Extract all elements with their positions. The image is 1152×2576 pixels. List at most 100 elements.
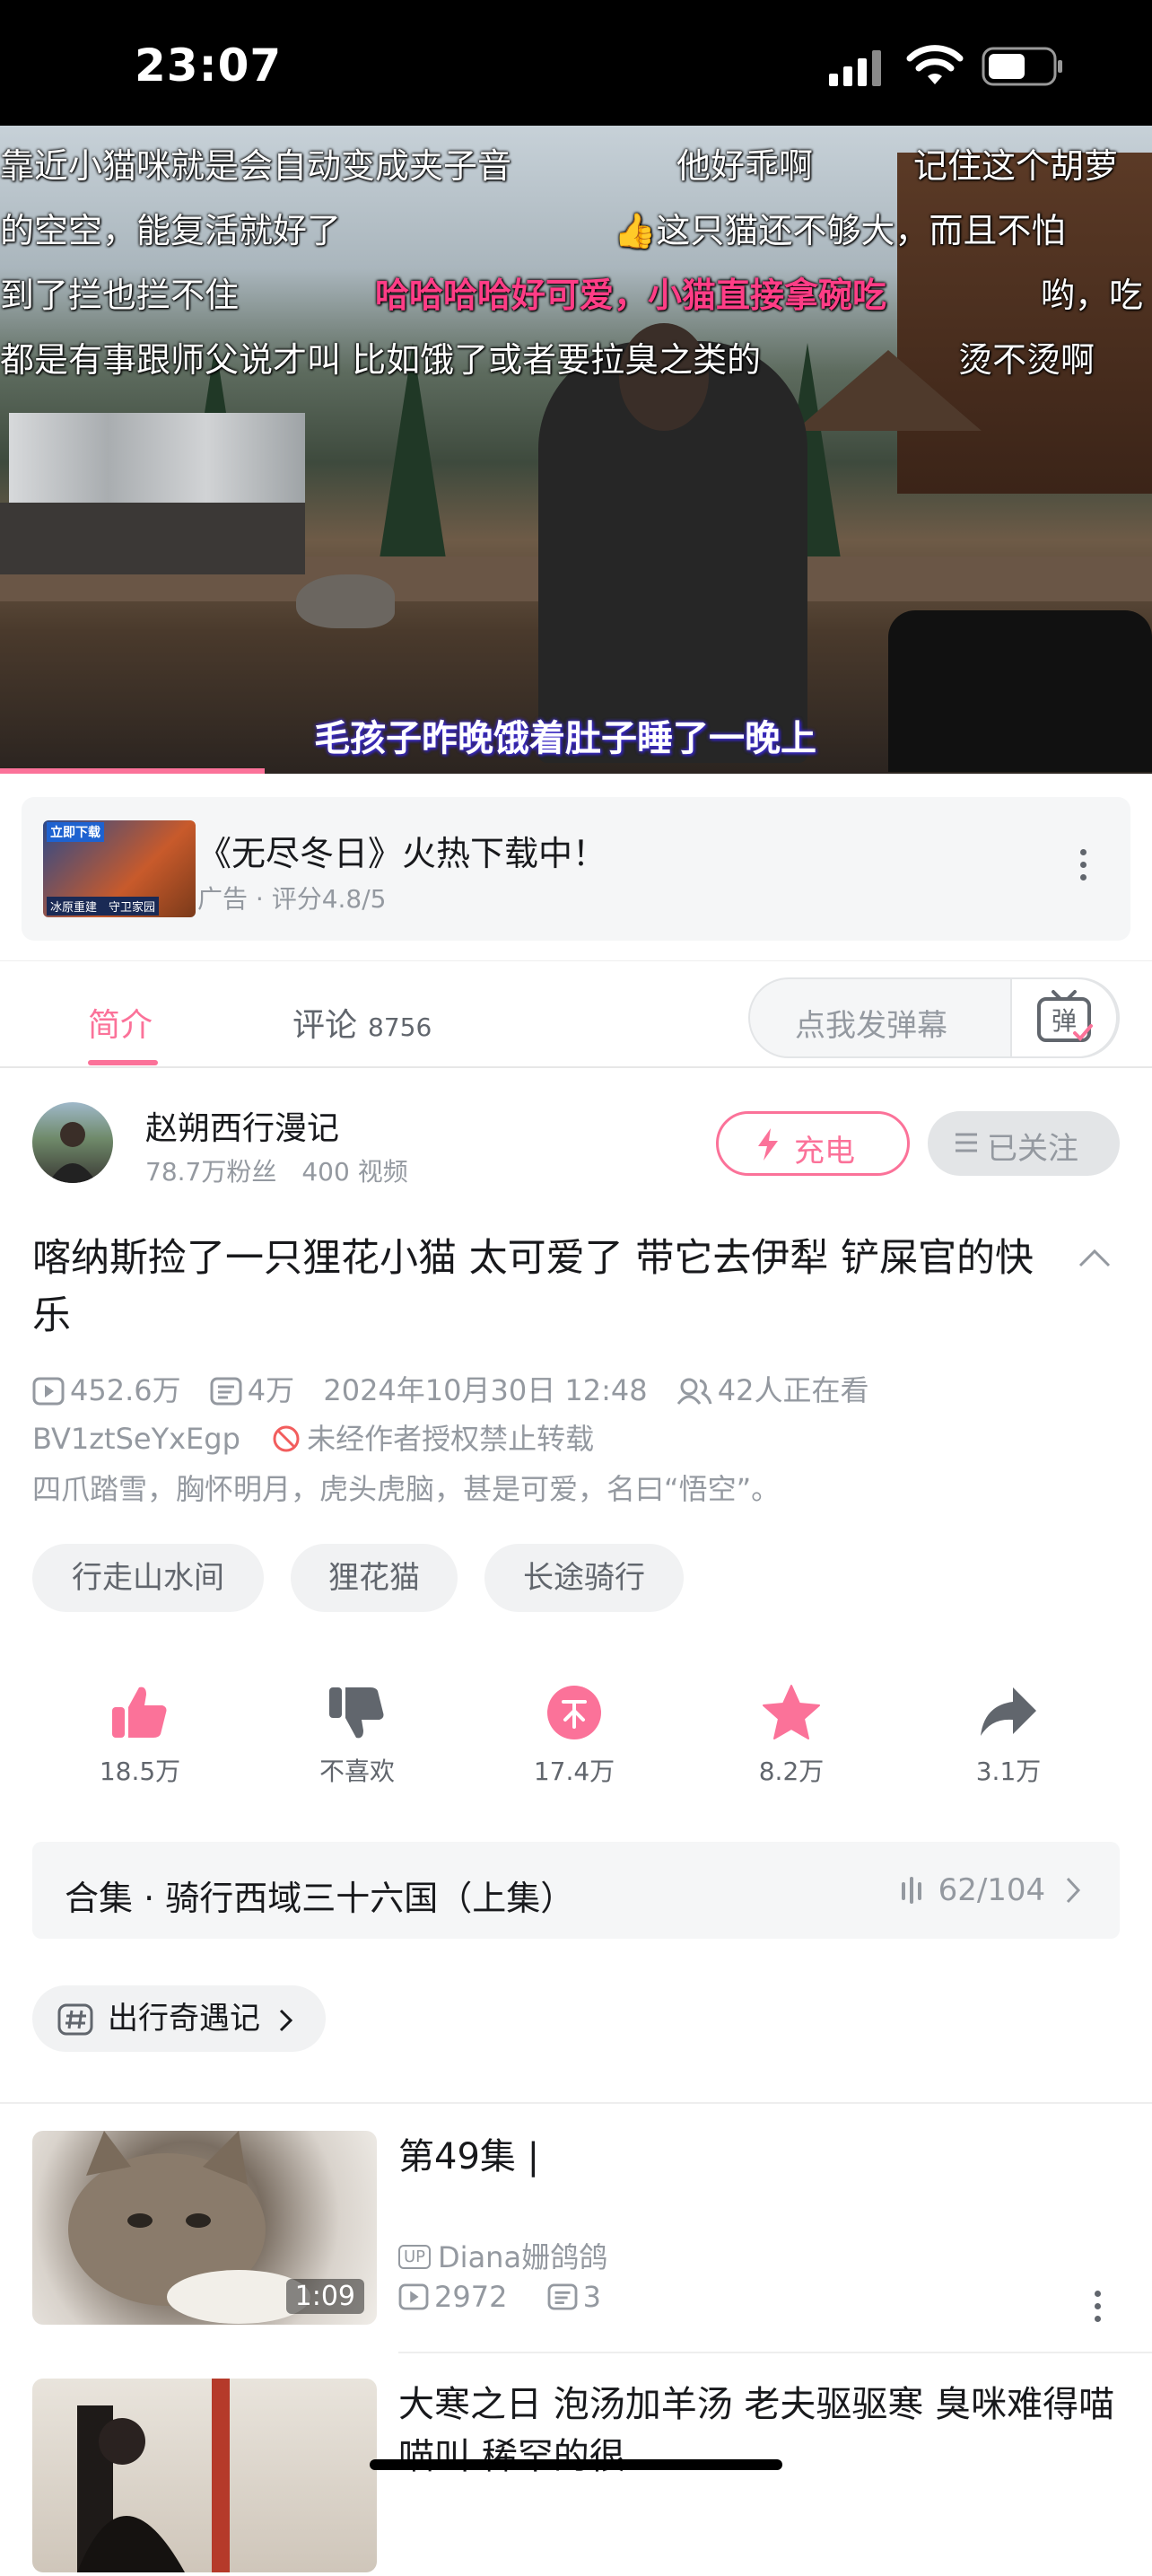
- share-icon: [981, 1687, 1036, 1736]
- video-subtitle: 毛孩子昨晚饿着肚子睡了一晚上: [314, 718, 816, 759]
- detail-tabs: 简介 评论 8756 点我发弹幕 弹: [0, 960, 1152, 1068]
- tab-active-indicator: [88, 1060, 158, 1065]
- star-icon: [763, 1685, 820, 1739]
- chevron-right-icon: [279, 2009, 292, 2032]
- comments-count: 8756: [368, 1012, 432, 1042]
- video-player[interactable]: 靠近小猫咪就是会自动变成夹子音 他好乖啊 记住这个胡萝 的空空，能复活就好了 👍…: [0, 126, 1152, 774]
- avatar-image: [48, 1122, 97, 1183]
- danmaku-comment: 都是有事跟师父说才叫 比如饿了或者要拉臭之类的: [0, 340, 762, 380]
- like-button[interactable]: 18.5万: [68, 1684, 212, 1788]
- section-divider: [0, 2102, 1152, 2104]
- danmaku-input[interactable]: 点我发弹幕 弹: [748, 977, 1120, 1058]
- topic-chip[interactable]: 出行奇遇记: [32, 1985, 326, 2052]
- video-scene-bag: [888, 610, 1152, 772]
- playlist-bars-icon: [901, 1877, 921, 1904]
- lightning-icon: [758, 1128, 778, 1161]
- dislike-button[interactable]: 不喜欢: [285, 1684, 429, 1788]
- up-badge-icon: UP: [398, 2245, 432, 2269]
- thumbs-up-icon: [112, 1687, 167, 1738]
- collection-bar[interactable]: 合集 · 骑行西域三十六国（上集） 62/104: [32, 1842, 1120, 1939]
- ad-thumbnail[interactable]: 立即下载 冰原重建 守卫家园: [43, 820, 196, 917]
- tag-chip[interactable]: 狸花猫: [291, 1544, 458, 1612]
- like-count: 18.5万: [99, 1757, 181, 1786]
- coin-button[interactable]: 17.4万: [502, 1684, 646, 1788]
- video-description: 四爪踏雪，胸怀明月，虎头虎脑，甚是可爱，名曰“悟空”。: [32, 1472, 781, 1506]
- danmaku-comment: 👍这只猫还不够大，而且不怕: [614, 211, 1066, 250]
- chevron-right-icon: [1066, 1877, 1081, 1904]
- chevron-up-icon[interactable]: [1077, 1244, 1113, 1271]
- play-count-icon: [32, 1377, 65, 1406]
- list-divider: [398, 2352, 1152, 2353]
- danmaku-comment: 烫不烫啊: [958, 340, 1095, 380]
- thumbnail-person-image: [77, 2379, 230, 2572]
- publish-date: 2024年10月30日 12:48: [323, 1373, 648, 1407]
- topic-label: 出行奇遇记: [108, 2001, 260, 2037]
- status-bar: 23:07: [0, 0, 1152, 126]
- share-button[interactable]: 3.1万: [937, 1684, 1080, 1788]
- danmaku-count: 4万: [247, 1373, 295, 1407]
- ad-banner[interactable]: 立即下载 冰原重建 守卫家园 《无尽冬日》火热下载中！ 广告 · 评分4.8/5: [22, 797, 1130, 941]
- uploader-row: 赵朔西行漫记 78.7万粉丝 400 视频 充电 已关注: [0, 1086, 1152, 1194]
- bvid-row: BV1ztSeYxEgp 未经作者授权禁止转载: [32, 1416, 594, 1458]
- danmaku-comment: 他好乖啊: [676, 146, 814, 186]
- more-icon[interactable]: [1095, 2291, 1102, 2328]
- video-scene-cat: [296, 574, 395, 628]
- ad-subtitle: 广告 · 评分4.8/5: [197, 884, 387, 914]
- danmaku-toggle-button[interactable]: 弹: [1010, 977, 1118, 1058]
- more-icon[interactable]: [1080, 849, 1087, 887]
- video-thumbnail[interactable]: [32, 2379, 377, 2572]
- danmaku-tv-icon: 弹: [1037, 990, 1093, 1042]
- video-progress-bar[interactable]: [0, 768, 266, 774]
- wifi-icon: [906, 45, 964, 84]
- battery-icon: [982, 47, 1062, 86]
- recommended-title: 第49集 |: [398, 2136, 540, 2177]
- charge-label: 充电: [794, 1134, 855, 1170]
- ad-thumb-caption: 冰原重建 守卫家园: [47, 897, 160, 916]
- video-stats: 452.6万 4万 2024年10月30日 12:48 42人正在看: [32, 1368, 869, 1409]
- play-count: 452.6万: [70, 1373, 181, 1407]
- collection-title: 合集 · 骑行西域三十六国（上集）: [65, 1879, 575, 1918]
- tab-comments-label: 评论: [292, 1007, 358, 1044]
- follow-button[interactable]: 已关注: [928, 1111, 1120, 1176]
- ad-thumb-label: 立即下载: [47, 822, 104, 842]
- no-repost-icon: [273, 1425, 300, 1452]
- avatar[interactable]: [32, 1102, 113, 1183]
- recommended-uploader: UP Diana姗鸽鸽: [398, 2235, 607, 2276]
- menu-lines-icon: [956, 1133, 977, 1152]
- charge-button[interactable]: 充电: [716, 1111, 910, 1176]
- home-indicator: [370, 2459, 782, 2470]
- tab-comments[interactable]: 评论 8756: [292, 999, 432, 1046]
- recommended-video[interactable]: 大寒之日 泡汤加羊汤 老夫驱驱寒 臭咪难得喵喵叫 稀罕的很: [0, 2379, 1152, 2576]
- play-count-icon: [398, 2283, 429, 2310]
- coin-icon: [547, 1686, 601, 1739]
- recommended-stats: 2972 3: [398, 2280, 601, 2314]
- viewers-icon: [676, 1378, 712, 1405]
- recommended-video[interactable]: 1:09 第49集 | UP Diana姗鸽鸽 2972 3: [0, 2131, 1152, 2328]
- danmaku-comment: 的空空，能复活就好了: [0, 211, 342, 250]
- video-title: 喀纳斯捡了一只狸花小猫 太可爱了 带它去伊犁 铲屎官的快乐: [32, 1236, 1034, 1338]
- tag-chip[interactable]: 行走山水间: [32, 1544, 264, 1612]
- danmaku-comment: 哟，吃: [1041, 276, 1144, 315]
- tag-chip[interactable]: 长途骑行: [484, 1544, 684, 1612]
- video-scene-table: [0, 503, 305, 574]
- copyright-notice: 未经作者授权禁止转载: [307, 1422, 595, 1456]
- bvid[interactable]: BV1ztSeYxEgp: [32, 1422, 240, 1456]
- action-bar: 18.5万 不喜欢 17.4万 8.2万 3.1万: [0, 1684, 1152, 1818]
- favorite-button[interactable]: 8.2万: [720, 1684, 863, 1788]
- tab-intro[interactable]: 简介: [88, 999, 153, 1046]
- status-time: 23:07: [135, 39, 283, 92]
- collection-progress: 62/104: [899, 1872, 1084, 1908]
- danmaku-count-icon: [210, 1377, 242, 1406]
- hashtag-icon: [57, 2003, 93, 2036]
- uploader-meta: 78.7万粉丝 400 视频: [145, 1157, 408, 1187]
- video-duration: 1:09: [285, 2279, 364, 2314]
- danmaku-input-placeholder: 点我发弹幕: [795, 1008, 947, 1044]
- share-count: 3.1万: [975, 1757, 1042, 1786]
- uploader-name[interactable]: 赵朔西行漫记: [145, 1102, 339, 1149]
- ad-title: 《无尽冬日》火热下载中！: [197, 834, 607, 873]
- video-thumbnail[interactable]: 1:09: [32, 2131, 377, 2325]
- watching-count: 42人正在看: [717, 1373, 869, 1407]
- dislike-label: 不喜欢: [319, 1757, 395, 1786]
- danmaku-count-icon: [547, 2283, 578, 2310]
- coin-count: 17.4万: [533, 1757, 615, 1786]
